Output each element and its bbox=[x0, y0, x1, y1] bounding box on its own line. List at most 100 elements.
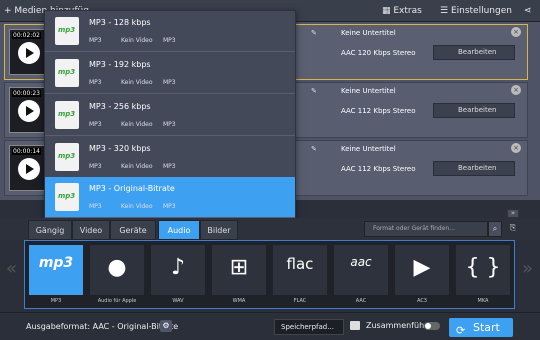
format-mka[interactable]: { } MKA bbox=[456, 245, 510, 307]
preset-name: MP3 - Original-Bitrate bbox=[89, 184, 175, 193]
mp3-file-icon bbox=[55, 59, 79, 87]
format-label: AAC bbox=[355, 298, 367, 304]
pencil-icon[interactable]: ✎ bbox=[311, 145, 317, 153]
subtitle-select[interactable]: Keine Untertitel bbox=[341, 29, 396, 37]
format-apple-audio[interactable]: ● Audio für Apple bbox=[90, 245, 144, 307]
close-icon[interactable]: × bbox=[511, 27, 521, 37]
preset-option[interactable]: MP3 - 256 kbps MP3 Kein Video MP3 bbox=[45, 95, 295, 136]
mp3-icon: mp3 bbox=[38, 255, 74, 271]
share-icon[interactable]: ⋖ bbox=[524, 0, 532, 22]
play-icon[interactable] bbox=[18, 158, 40, 180]
device-detect-icon[interactable]: ⎘ bbox=[506, 221, 520, 237]
video-codec: Kein Video bbox=[121, 121, 153, 128]
search-icon[interactable]: ⌕ bbox=[488, 221, 502, 237]
format-wav[interactable]: ♪ WAV bbox=[151, 245, 205, 307]
container: MP3 bbox=[163, 121, 176, 128]
extras-button[interactable]: ▦ Extras bbox=[382, 0, 422, 22]
close-icon[interactable]: × bbox=[511, 143, 521, 153]
preset-name: MP3 - 256 kbps bbox=[89, 102, 151, 111]
tab-images[interactable]: Bilder bbox=[200, 220, 238, 240]
mp3-file-icon bbox=[55, 101, 79, 129]
music-note-icon: ♪ bbox=[170, 255, 186, 280]
container: MP3 bbox=[163, 79, 176, 86]
settings-label: Einstellungen bbox=[450, 6, 512, 16]
aac-icon: aac bbox=[350, 255, 372, 269]
subtitle-select[interactable]: Keine Untertitel bbox=[341, 87, 396, 95]
format-label: FLAC bbox=[293, 298, 307, 304]
extras-label: Extras bbox=[393, 6, 422, 16]
mp3-file-icon bbox=[55, 183, 79, 211]
preset-option[interactable]: MP3 - 192 kbps MP3 Kein Video MP3 bbox=[45, 53, 295, 94]
format-wma[interactable]: ⊞ WMA bbox=[212, 245, 266, 307]
audio-select[interactable]: AAC 120 Kbps Stereo bbox=[341, 49, 416, 57]
tab-devices[interactable]: Geräte bbox=[110, 220, 156, 240]
duration: 00:00:23 bbox=[12, 90, 41, 97]
extras-icon: ▦ bbox=[382, 6, 394, 16]
format-aac[interactable]: aac AAC bbox=[334, 245, 388, 307]
format-tabs: Gängig Video Geräte Audio Bilder Format … bbox=[0, 218, 540, 240]
thumbnail[interactable]: 00:00:14 bbox=[9, 145, 49, 191]
format-search-input[interactable]: Format oder Gerät finden... bbox=[364, 221, 488, 237]
subtitle-select[interactable]: Keine Untertitel bbox=[341, 145, 396, 153]
format-mp3[interactable]: mp3 MP3 bbox=[29, 245, 83, 307]
audio-select[interactable]: AAC 112 Kbps Stereo bbox=[341, 165, 416, 173]
format-label: MKA bbox=[477, 298, 489, 304]
footer-bar: Ausgabeformat: AAC - Original-Bitrate ⚙ … bbox=[0, 312, 540, 340]
play-circle-icon: ▶ bbox=[413, 255, 431, 280]
windows-icon: ⊞ bbox=[229, 255, 249, 280]
edit-button[interactable]: Bearbeiten bbox=[433, 161, 515, 176]
format-flac[interactable]: flac FLAC bbox=[273, 245, 327, 307]
preset-option[interactable]: MP3 - 128 kbps MP3 Kein Video MP3 bbox=[45, 11, 295, 52]
start-button[interactable]: ⟳ Start bbox=[449, 318, 513, 337]
edit-button[interactable]: Bearbeiten bbox=[433, 45, 515, 60]
video-codec: Kein Video bbox=[121, 37, 153, 44]
format-label: MP3 bbox=[50, 298, 62, 304]
folder-icon[interactable] bbox=[350, 321, 360, 330]
settings-button[interactable]: ☰ Einstellungen bbox=[440, 0, 512, 22]
mp3-file-icon bbox=[55, 17, 79, 45]
scroll-left-icon[interactable]: « bbox=[6, 258, 17, 279]
tab-video[interactable]: Video bbox=[72, 220, 110, 240]
output-format-label[interactable]: Ausgabeformat: AAC - Original-Bitrate bbox=[26, 322, 178, 331]
tab-audio[interactable]: Audio bbox=[158, 220, 200, 240]
merge-toggle[interactable] bbox=[424, 322, 440, 330]
duration: 00:02:02 bbox=[12, 32, 41, 39]
audio-codec: MP3 bbox=[89, 37, 102, 44]
thumbnail[interactable]: 00:00:23 bbox=[9, 87, 49, 133]
menu-icon: ☰ bbox=[440, 6, 451, 16]
plus-icon: + bbox=[4, 6, 15, 16]
play-icon[interactable] bbox=[18, 42, 40, 64]
pencil-icon[interactable]: ✎ bbox=[311, 29, 317, 37]
preset-name: MP3 - 320 kbps bbox=[89, 144, 151, 153]
format-label: WAV bbox=[172, 298, 184, 304]
preset-option[interactable]: MP3 - 320 kbps MP3 Kein Video MP3 bbox=[45, 137, 295, 178]
save-path-select[interactable]: Speicherpfad... bbox=[274, 319, 344, 335]
edit-label: Bearbeiten bbox=[458, 106, 497, 114]
close-icon[interactable]: × bbox=[511, 85, 521, 95]
mp3-file-icon bbox=[55, 143, 79, 171]
edit-button[interactable]: Bearbeiten bbox=[433, 103, 515, 118]
scroll-right-icon[interactable]: » bbox=[522, 258, 533, 279]
pencil-icon[interactable]: ✎ bbox=[311, 87, 317, 95]
preset-option-selected[interactable]: MP3 - Original-Bitrate MP3 Kein Video MP3 bbox=[45, 177, 295, 218]
thumbnail[interactable]: 00:02:02 bbox=[9, 29, 49, 75]
preset-name: MP3 - 128 kbps bbox=[89, 18, 151, 27]
audio-codec: MP3 bbox=[89, 203, 102, 210]
format-label: AC3 bbox=[416, 298, 427, 304]
video-codec: Kein Video bbox=[121, 79, 153, 86]
gear-icon[interactable]: ⚙ bbox=[160, 320, 172, 332]
container: MP3 bbox=[163, 203, 176, 210]
collapse-chevron-icon[interactable]: » bbox=[507, 209, 519, 218]
video-codec: Kein Video bbox=[121, 163, 153, 170]
play-icon[interactable] bbox=[18, 100, 40, 122]
audio-select[interactable]: AAC 112 Kbps Stereo bbox=[341, 107, 416, 115]
tab-common[interactable]: Gängig bbox=[28, 220, 72, 240]
format-ac3[interactable]: ▶ AC3 bbox=[395, 245, 449, 307]
apple-icon: ● bbox=[107, 255, 127, 280]
container: MP3 bbox=[163, 163, 176, 170]
edit-label: Bearbeiten bbox=[458, 164, 497, 172]
format-strip: mp3 MP3 ● Audio für Apple ♪ WAV ⊞ WMA flac FL… bbox=[24, 240, 515, 309]
container: MP3 bbox=[163, 37, 176, 44]
audio-codec: MP3 bbox=[89, 79, 102, 86]
audio-codec: MP3 bbox=[89, 121, 102, 128]
